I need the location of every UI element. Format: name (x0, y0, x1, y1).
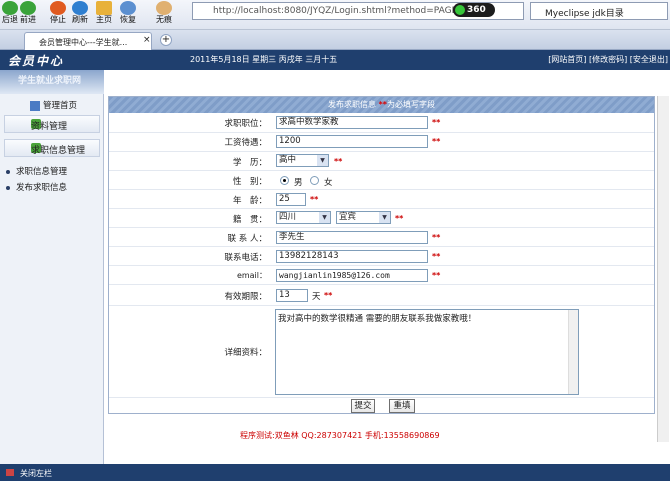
phone-input[interactable]: 13982128143 (276, 250, 428, 263)
tab-close-icon[interactable]: × (143, 35, 151, 45)
header-links[interactable]: [网站首页] [修改密码] [安全退出] (548, 54, 668, 65)
email-label: email： (236, 271, 267, 280)
salary-label: 工资待遇： (224, 138, 267, 148)
home-icon (96, 1, 112, 15)
forward-button[interactable]: 前进 (18, 0, 38, 25)
gender-female-radio[interactable] (310, 176, 319, 185)
row-education: 学 历： 高中 ** (109, 152, 654, 171)
sidebar-item-job-manage[interactable]: 求职信息管理 (6, 165, 67, 177)
gender-label: 性 别： (232, 177, 267, 187)
email-input[interactable]: wangjianlin1985@126.com (276, 269, 428, 282)
home-button[interactable]: 主页 (94, 0, 114, 25)
close-left-panel[interactable]: 关闭左栏 (20, 468, 52, 479)
gender-female-label: 女 (324, 178, 333, 188)
row-age: 年 龄： 25 ** (109, 190, 654, 209)
phone-label: 联系电话： (224, 253, 267, 263)
edu-label: 学 历： (232, 158, 267, 168)
stop-icon (50, 1, 66, 15)
site-subtitle: 学生就业求职网 (18, 76, 82, 86)
required-star: ** (395, 214, 404, 223)
header-date: 2011年5月18日 星期三 丙戌年 三月十五 (190, 55, 338, 64)
province-select[interactable]: 四川 (276, 211, 331, 224)
stop-button[interactable]: 停止 (48, 0, 68, 25)
valid-unit: 天 (312, 292, 321, 302)
browser-toolbar: 后退 前进 停止 刷新 主页 恢复 无痕 http://localhost:80… (0, 0, 670, 30)
refresh-button[interactable]: 刷新 (70, 0, 90, 25)
textarea-scrollbar[interactable] (568, 310, 578, 394)
salary-input[interactable]: 1200 (276, 135, 428, 148)
gender-male-radio[interactable] (280, 176, 289, 185)
required-star: ** (334, 157, 343, 166)
row-gender: 性 别： 男 女 (109, 171, 654, 190)
row-contact: 联 系 人： 李先生 ** (109, 228, 654, 247)
age-input[interactable]: 25 (276, 193, 306, 206)
row-valid: 有效期限： 13 天 ** (109, 285, 654, 306)
required-star: ** (310, 195, 319, 204)
valid-label: 有效期限： (224, 292, 267, 302)
restore-button[interactable]: 恢复 (118, 0, 138, 25)
row-origin: 籍 贯： 四川 宜宾 ** (109, 209, 654, 228)
360-badge[interactable]: 360 (453, 3, 495, 17)
row-phone: 联系电话： 13982128143 ** (109, 247, 654, 266)
detail-label: 详细资料： (224, 348, 267, 358)
browser-tab[interactable]: 会员管理中心---学生就... × (24, 32, 152, 50)
back-icon (2, 1, 18, 15)
refresh-icon (72, 1, 88, 15)
home-admin-icon (30, 100, 40, 111)
contact-label: 联 系 人： (227, 234, 267, 244)
new-tab-icon[interactable]: + (160, 34, 172, 46)
age-label: 年 龄： (232, 196, 267, 206)
footer-credit: 程序测试:双鱼林 QQ:287307421 手机:13558690869 (240, 431, 440, 440)
vertical-scrollbar[interactable] (657, 96, 669, 442)
incognito-icon (156, 1, 172, 15)
close-icon (6, 469, 14, 476)
submit-button[interactable]: 提交 (351, 399, 375, 413)
gender-male-label: 男 (294, 178, 303, 188)
sidebar-group-profile[interactable]: 资料管理 (4, 115, 100, 133)
status-bar: 关闭左栏 (0, 464, 670, 481)
required-star: ** (324, 291, 333, 300)
logo: 会员中心 (8, 54, 65, 68)
required-star: ** (432, 118, 441, 127)
job-input[interactable]: 求高中数学家教 (276, 116, 428, 129)
origin-label: 籍 贯： (232, 215, 267, 225)
reset-button[interactable]: 重填 (389, 399, 415, 413)
tab-bar: 会员管理中心---学生就... × + (0, 30, 670, 50)
sidebar-item-post-job[interactable]: 发布求职信息 (6, 181, 67, 193)
site-header: 2011年5月18日 星期三 丙戌年 三月十五 [网站首页] [修改密码] [安… (0, 50, 670, 70)
sidebar-group-jobinfo[interactable]: 求职信息管理 (4, 139, 100, 157)
detail-textarea[interactable]: 我对高中的数学很精通 需要的朋友联系我做家教哦！ (275, 309, 579, 395)
forward-icon (20, 1, 36, 15)
city-select[interactable]: 宜宾 (336, 211, 391, 224)
row-job: 求职职位： 求高中数学家教 ** (109, 114, 654, 133)
valid-input[interactable]: 13 (276, 289, 308, 302)
sidebar-banner: 学生就业求职网 (0, 70, 104, 94)
contact-input[interactable]: 李先生 (276, 231, 428, 244)
edu-select[interactable]: 高中 (276, 154, 329, 167)
back-button[interactable]: 后退 (0, 0, 20, 25)
required-star: ** (432, 271, 441, 280)
form-caption: 发布求职信息 **为必填写字段 (109, 97, 654, 113)
job-label: 求职职位： (224, 119, 267, 129)
required-star: ** (432, 137, 441, 146)
search-box[interactable]: Myeclipse jdk目录 (530, 2, 668, 20)
required-star: ** (432, 252, 441, 261)
restore-icon (120, 1, 136, 15)
sidebar-home[interactable]: 管理首页 (30, 99, 77, 111)
required-star: ** (432, 233, 441, 242)
row-email: email： wangjianlin1985@126.com ** (109, 266, 654, 285)
row-salary: 工资待遇： 1200 ** (109, 133, 654, 152)
incognito-button[interactable]: 无痕 (154, 0, 174, 25)
